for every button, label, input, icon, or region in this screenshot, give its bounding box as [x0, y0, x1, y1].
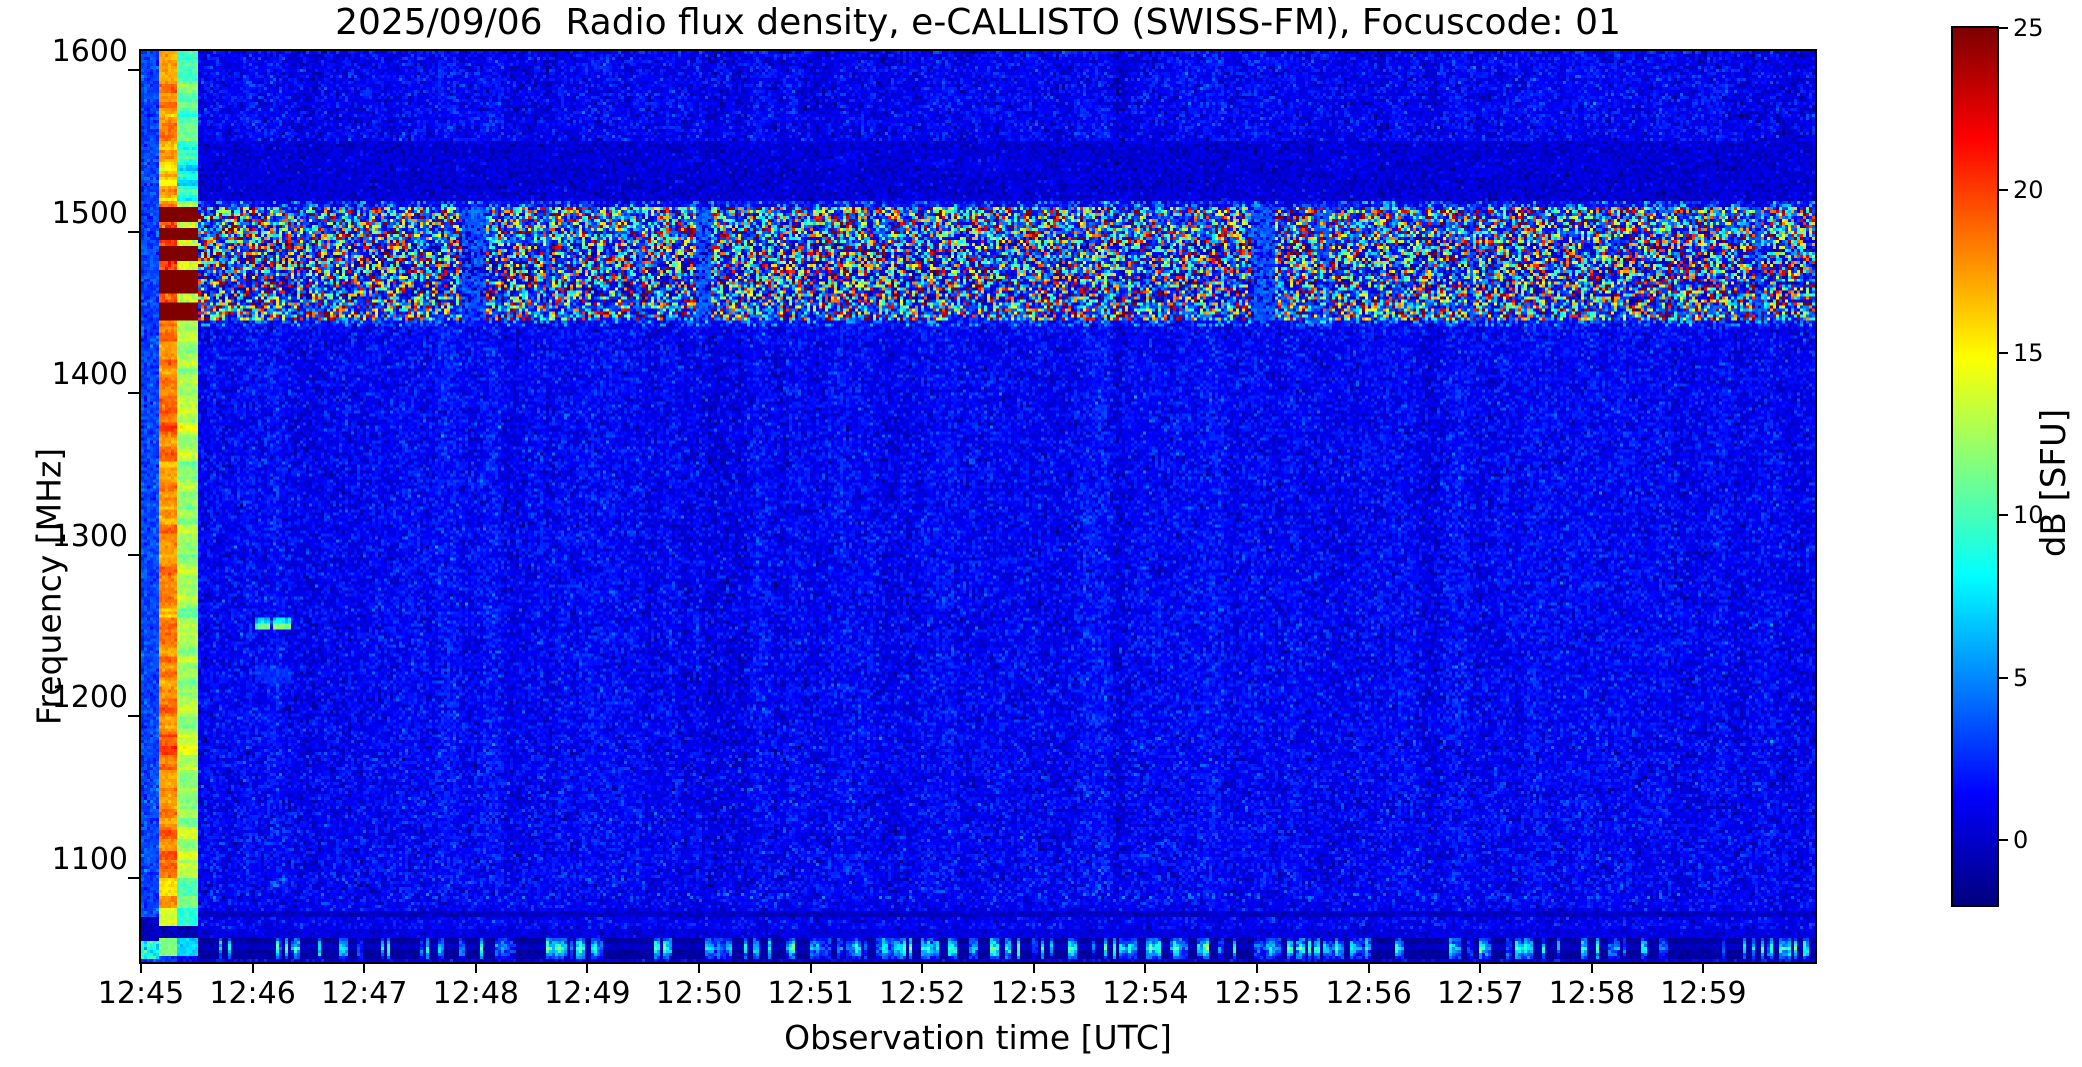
x-tick-label: 12:55	[1213, 976, 1301, 1011]
x-tick-mark	[1256, 963, 1258, 973]
x-tick-mark	[809, 963, 812, 973]
x-tick-label: 12:58	[1548, 976, 1636, 1011]
y-tick-mark	[128, 877, 139, 879]
colorbar-tick-label: 0	[2013, 826, 2029, 855]
y-tick-mark	[128, 553, 139, 556]
x-tick-mark	[1367, 963, 1370, 973]
y-tick-label: 1100	[51, 842, 128, 877]
x-tick-mark	[474, 963, 477, 973]
y-tick-mark	[128, 392, 139, 395]
x-tick-mark	[921, 963, 924, 973]
colorbar-tick-label: 10	[2013, 501, 2044, 530]
x-tick-label: 12:47	[320, 976, 408, 1011]
colorbar-tick-mark	[1999, 27, 2008, 29]
colorbar-tick-mark	[1999, 839, 2008, 842]
x-tick-label: 12:51	[767, 976, 854, 1011]
x-tick-mark	[1032, 963, 1035, 973]
y-tick-mark	[128, 715, 139, 718]
x-axis-label: Observation time [UTC]	[784, 1018, 1172, 1057]
y-tick-mark	[128, 69, 139, 72]
chart-title: 2025/09/06 Radio flux density, e-CALLIST…	[335, 2, 1621, 43]
y-tick-label: 1600	[51, 34, 128, 70]
spectrogram-heatmap	[141, 51, 1815, 962]
x-tick-mark	[698, 963, 700, 973]
colorbar-tick-label: 25	[2013, 14, 2044, 42]
colorbar-tick-label: 5	[2013, 663, 2029, 692]
x-tick-label: 12:59	[1660, 976, 1747, 1011]
x-tick-label: 12:45	[97, 976, 185, 1011]
x-tick-label: 12:48	[432, 976, 520, 1011]
y-tick-mark	[128, 230, 139, 233]
y-tick-label: 1200	[51, 680, 128, 716]
x-tick-mark	[1144, 963, 1147, 973]
x-tick-label: 12:54	[1102, 976, 1189, 1011]
x-tick-label: 12:53	[990, 976, 1078, 1011]
colorbar-tick-mark	[1999, 351, 2008, 354]
x-tick-label: 12:56	[1325, 976, 1412, 1011]
x-tick-mark	[1702, 963, 1705, 973]
y-tick-label: 1300	[51, 518, 128, 554]
x-tick-label: 12:50	[655, 976, 743, 1011]
colorbar	[1951, 26, 1999, 907]
colorbar-gradient	[1953, 28, 1997, 905]
x-tick-mark	[251, 963, 254, 973]
colorbar-tick-mark	[1999, 676, 2008, 679]
colorbar-tick-label: 20	[2013, 176, 2044, 205]
x-tick-label: 12:57	[1436, 976, 1524, 1011]
plot-area	[139, 49, 1817, 964]
x-tick-mark	[1590, 963, 1593, 973]
y-tick-label: 1500	[51, 195, 128, 231]
colorbar-label: dB [SFU]	[2034, 408, 2074, 558]
y-tick-label: 1400	[51, 357, 128, 393]
x-tick-label: 12:49	[544, 976, 631, 1011]
spectrogram-figure: 2025/09/06 Radio flux density, e-CALLIST…	[0, 0, 2082, 1067]
x-tick-mark	[363, 963, 366, 973]
colorbar-tick-mark	[1999, 189, 2008, 192]
colorbar-tick-mark	[1999, 514, 2008, 517]
colorbar-tick-label: 15	[2013, 338, 2044, 367]
x-tick-mark	[586, 963, 589, 973]
x-tick-mark	[140, 963, 142, 973]
x-tick-label: 12:46	[209, 976, 296, 1011]
x-tick-mark	[1479, 963, 1482, 973]
x-tick-label: 12:52	[878, 976, 966, 1011]
